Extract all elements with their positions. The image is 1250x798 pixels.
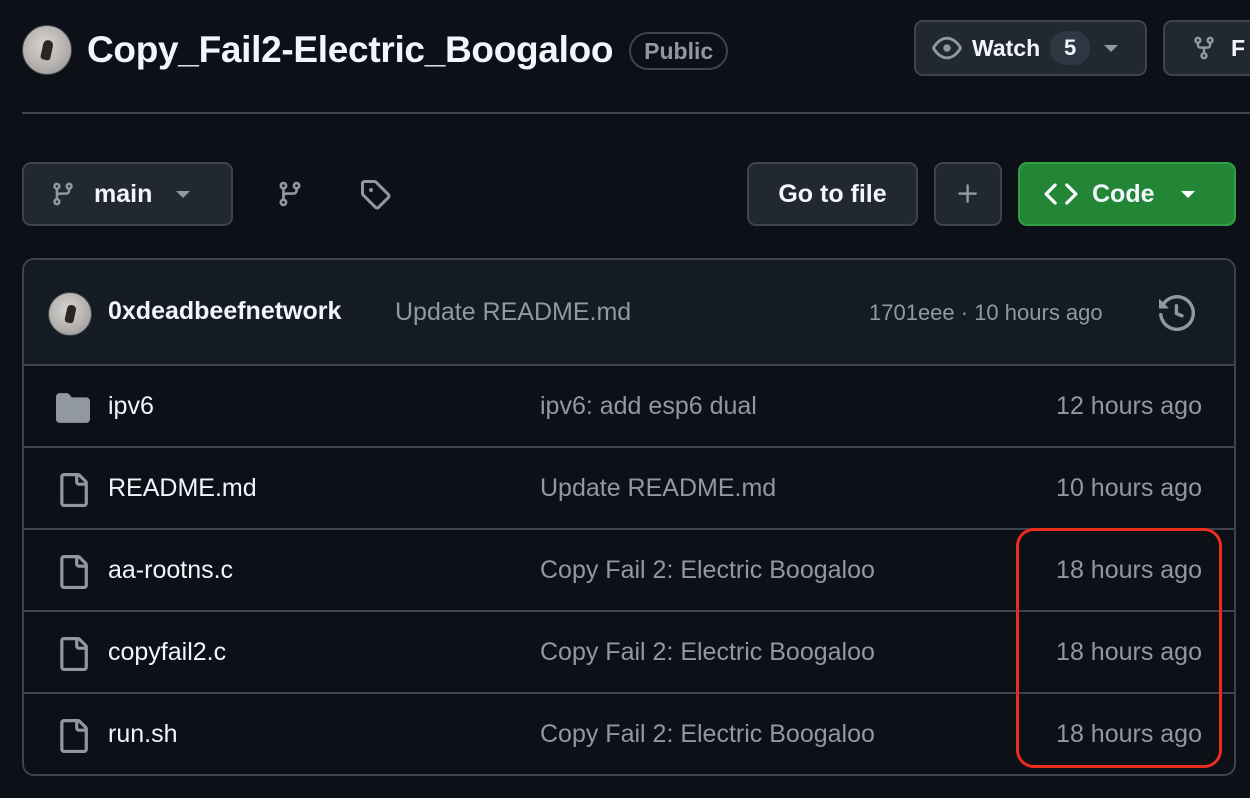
- branch-selector[interactable]: main: [22, 162, 233, 226]
- tag-icon: [361, 180, 391, 210]
- file-commit-date: 18 hours ago: [1056, 556, 1202, 584]
- file-row[interactable]: README.md Update README.md 10 hours ago: [24, 448, 1234, 530]
- file-name[interactable]: README.md: [108, 474, 257, 503]
- file-name[interactable]: copyfail2.c: [108, 638, 226, 667]
- owner-avatar[interactable]: [22, 25, 72, 75]
- code-button[interactable]: Code: [1018, 162, 1236, 226]
- header-divider: [22, 112, 1250, 114]
- chevron-down-icon: [176, 190, 191, 198]
- eye-icon: [932, 36, 962, 60]
- repo-header: Copy_Fail2-Electric_Boogaloo Public: [22, 22, 729, 78]
- author-avatar[interactable]: [48, 292, 92, 336]
- fork-icon: [1194, 36, 1214, 60]
- git-branch-icon: [279, 181, 301, 207]
- latest-commit-bar: 0xdeadbeefnetwork Update README.md 1701e…: [24, 260, 1234, 366]
- tags-link[interactable]: [357, 176, 393, 212]
- add-file-button[interactable]: [934, 162, 1002, 226]
- file-commit-message[interactable]: Update README.md: [540, 474, 776, 503]
- git-branch-icon: [53, 182, 73, 206]
- chevron-down-icon: [1104, 44, 1119, 52]
- visibility-badge: Public: [629, 32, 729, 70]
- folder-icon: [56, 393, 90, 423]
- file-icon: [60, 637, 88, 671]
- file-icon: [60, 719, 88, 753]
- code-label: Code: [1092, 179, 1155, 208]
- file-name[interactable]: aa-rootns.c: [108, 556, 233, 585]
- file-name[interactable]: ipv6: [108, 392, 154, 421]
- file-row[interactable]: copyfail2.c Copy Fail 2: Electric Boogal…: [24, 612, 1234, 694]
- file-commit-message[interactable]: Copy Fail 2: Electric Boogaloo: [540, 720, 875, 749]
- file-rows: ipv6 ipv6: add esp6 dual 12 hours ago RE…: [24, 366, 1234, 774]
- watch-count: 5: [1050, 31, 1091, 65]
- file-commit-message[interactable]: ipv6: add esp6 dual: [540, 392, 757, 421]
- commit-message[interactable]: Update README.md: [395, 298, 631, 327]
- file-row[interactable]: run.sh Copy Fail 2: Electric Boogaloo 18…: [24, 694, 1234, 774]
- file-row[interactable]: aa-rootns.c Copy Fail 2: Electric Boogal…: [24, 530, 1234, 612]
- repo-page: Copy_Fail2-Electric_Boogaloo Public Watc…: [0, 0, 1250, 798]
- file-commit-date: 10 hours ago: [1056, 474, 1202, 502]
- plus-icon: [958, 184, 977, 203]
- file-commit-message[interactable]: Copy Fail 2: Electric Boogaloo: [540, 556, 875, 585]
- file-row[interactable]: ipv6 ipv6: add esp6 dual 12 hours ago: [24, 366, 1234, 448]
- file-icon: [60, 473, 88, 507]
- commit-author[interactable]: 0xdeadbeefnetwork: [108, 297, 341, 326]
- history-icon[interactable]: [1159, 295, 1195, 331]
- fork-label: F: [1231, 34, 1246, 61]
- commit-meta[interactable]: 1701eee · 10 hours ago: [869, 300, 1103, 326]
- branches-link[interactable]: [272, 176, 308, 212]
- branch-name: main: [94, 179, 153, 208]
- repo-name[interactable]: Copy_Fail2-Electric_Boogaloo: [87, 29, 613, 71]
- file-commit-message[interactable]: Copy Fail 2: Electric Boogaloo: [540, 638, 875, 667]
- code-icon: [1044, 183, 1078, 205]
- go-to-file-button[interactable]: Go to file: [747, 162, 918, 226]
- watch-button[interactable]: Watch 5: [914, 20, 1147, 76]
- file-list: 0xdeadbeefnetwork Update README.md 1701e…: [22, 258, 1236, 776]
- file-commit-date: 12 hours ago: [1056, 392, 1202, 420]
- fork-button[interactable]: F: [1163, 20, 1250, 76]
- watch-label: Watch: [972, 34, 1041, 61]
- chevron-down-icon: [1180, 190, 1195, 198]
- file-icon: [60, 555, 88, 589]
- go-to-file-label: Go to file: [778, 179, 887, 208]
- file-commit-date: 18 hours ago: [1056, 638, 1202, 666]
- file-commit-date: 18 hours ago: [1056, 720, 1202, 748]
- file-name[interactable]: run.sh: [108, 720, 177, 749]
